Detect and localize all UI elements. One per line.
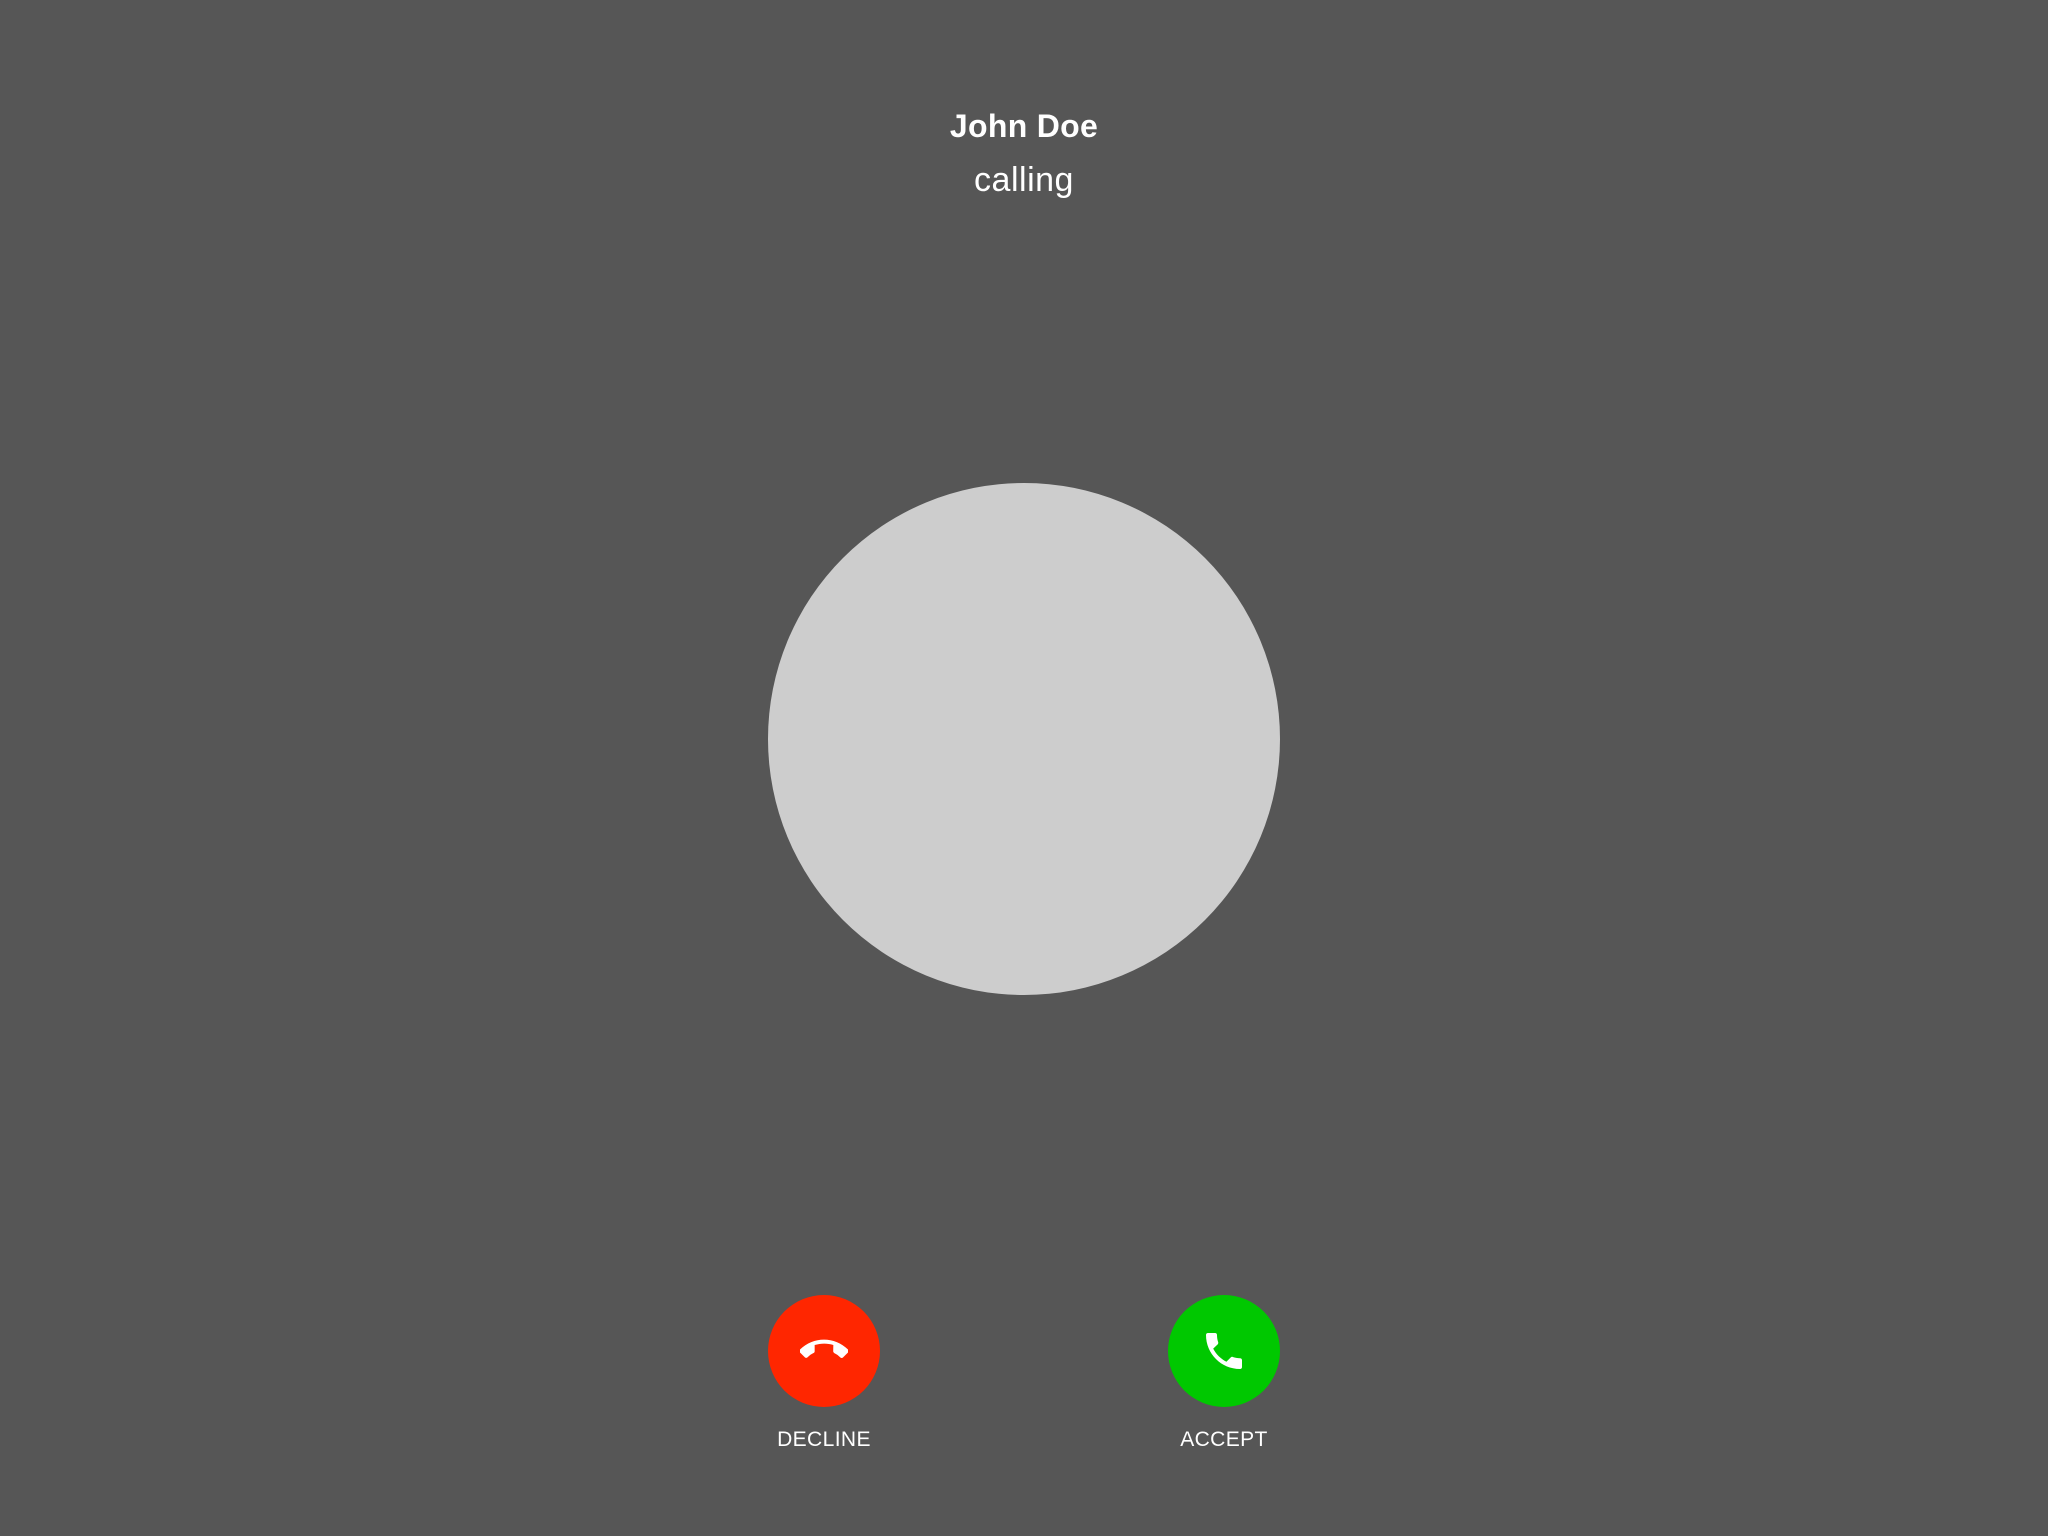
caller-avatar: [768, 483, 1280, 995]
accept-label: ACCEPT: [1180, 1428, 1268, 1451]
phone-hangup-icon: [800, 1339, 848, 1359]
accept-button[interactable]: [1168, 1295, 1280, 1407]
incoming-call-screen: John Doe calling DECLINE ACCEPT: [0, 0, 2048, 1536]
decline-button[interactable]: [768, 1295, 880, 1407]
call-status: calling: [974, 161, 1074, 199]
decline-label: DECLINE: [777, 1428, 871, 1451]
phone-icon: [1206, 1333, 1242, 1369]
caller-name: John Doe: [949, 108, 1099, 144]
